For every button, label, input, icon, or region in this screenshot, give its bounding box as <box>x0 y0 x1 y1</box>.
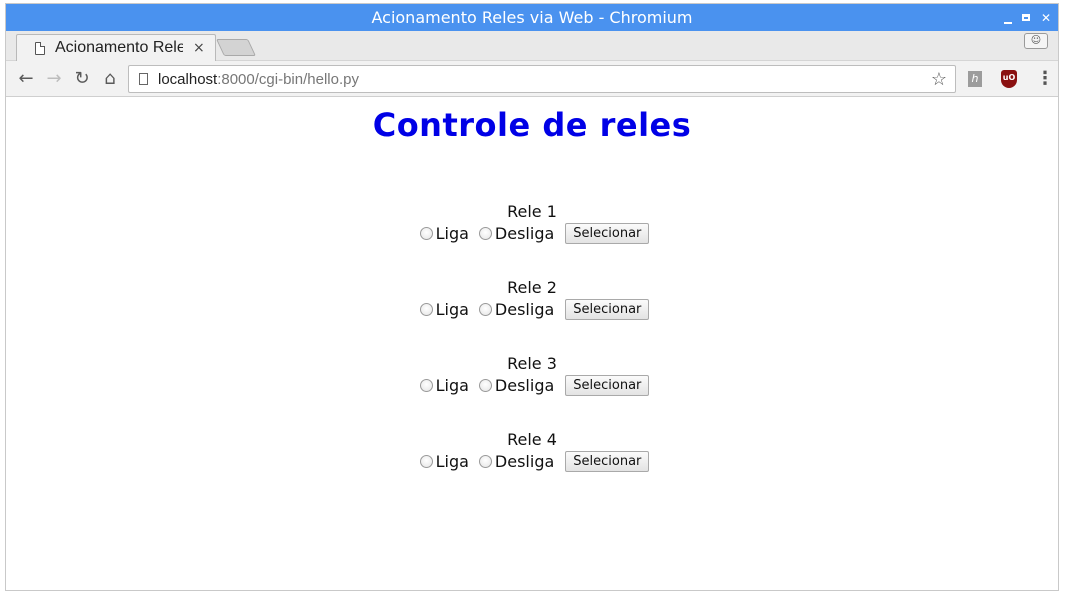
browser-window: Acionamento Reles via Web - Chromium ✕ A… <box>5 3 1059 591</box>
desliga-label: Desliga <box>494 375 555 395</box>
extension-h-icon[interactable]: h <box>968 71 982 87</box>
liga-label: Liga <box>435 223 469 243</box>
relay-label: Rele 2 <box>507 278 557 297</box>
relay-label: Rele 4 <box>507 430 557 449</box>
minimize-icon[interactable] <box>1004 16 1012 24</box>
url-path: :8000/cgi-bin/hello.py <box>217 70 359 88</box>
page-info-icon[interactable] <box>139 73 148 85</box>
new-tab-button[interactable] <box>216 39 256 56</box>
liga-radio[interactable] <box>419 226 433 240</box>
selecionar-button[interactable]: Selecionar <box>565 298 650 320</box>
menu-kebab-icon[interactable]: ⋮ <box>1036 69 1054 89</box>
window-controls: ✕ <box>1004 4 1052 31</box>
maximize-icon[interactable] <box>1022 14 1030 21</box>
page-content: Controle de reles Rele 1 Liga Desliga Se… <box>6 97 1058 589</box>
close-icon[interactable]: ✕ <box>1040 12 1052 24</box>
tab-strip: Acionamento Reles via Web × ☺ <box>6 31 1058 61</box>
person-icon[interactable]: ☺ <box>1024 33 1048 49</box>
relay-4: Rele 4 Liga Desliga Selecionar <box>6 430 1058 506</box>
relay-controls: Liga Desliga Selecionar <box>7 450 1058 472</box>
tab-active[interactable]: Acionamento Reles via Web × <box>16 34 216 61</box>
ublock-origin-icon[interactable]: uO <box>1001 70 1017 88</box>
relay-label: Rele 1 <box>507 202 557 221</box>
desliga-radio[interactable] <box>478 226 492 240</box>
liga-radio[interactable] <box>419 302 433 316</box>
title-bar: Acionamento Reles via Web - Chromium ✕ <box>6 4 1058 31</box>
relay-controls: Liga Desliga Selecionar <box>7 374 1058 396</box>
home-icon[interactable]: ⌂ <box>96 65 124 93</box>
liga-label: Liga <box>435 375 469 395</box>
desliga-label: Desliga <box>494 223 555 243</box>
desliga-radio[interactable] <box>478 454 492 468</box>
window-title: Acionamento Reles via Web - Chromium <box>371 8 693 27</box>
desliga-label: Desliga <box>494 299 555 319</box>
relay-controls: Liga Desliga Selecionar <box>7 222 1058 244</box>
relay-list: Rele 1 Liga Desliga Selecionar Rele 2 Li… <box>6 202 1058 506</box>
reload-icon[interactable]: ↻ <box>68 65 96 93</box>
desliga-label: Desliga <box>494 451 555 471</box>
relay-3: Rele 3 Liga Desliga Selecionar <box>6 354 1058 430</box>
relay-1: Rele 1 Liga Desliga Selecionar <box>6 202 1058 278</box>
forward-icon[interactable]: → <box>40 65 68 93</box>
url-host: localhost <box>158 70 218 88</box>
bookmark-star-icon[interactable]: ☆ <box>931 69 947 90</box>
desliga-radio[interactable] <box>478 302 492 316</box>
browser-toolbar: ← → ↻ ⌂ localhost :8000/cgi-bin/hello.py… <box>6 61 1058 97</box>
liga-radio[interactable] <box>419 454 433 468</box>
tab-close-icon[interactable]: × <box>193 40 205 56</box>
liga-label: Liga <box>435 299 469 319</box>
relay-2: Rele 2 Liga Desliga Selecionar <box>6 278 1058 354</box>
address-bar[interactable]: localhost :8000/cgi-bin/hello.py ☆ <box>128 65 956 93</box>
relay-label: Rele 3 <box>507 354 557 373</box>
desliga-radio[interactable] <box>478 378 492 392</box>
liga-label: Liga <box>435 451 469 471</box>
page-icon <box>35 41 45 55</box>
selecionar-button[interactable]: Selecionar <box>565 374 650 396</box>
liga-radio[interactable] <box>419 378 433 392</box>
page-title: Controle de reles <box>372 106 692 144</box>
tab-title: Acionamento Reles via Web <box>55 39 183 56</box>
back-icon[interactable]: ← <box>12 65 40 93</box>
selecionar-button[interactable]: Selecionar <box>565 222 650 244</box>
selecionar-button[interactable]: Selecionar <box>565 450 650 472</box>
relay-controls: Liga Desliga Selecionar <box>7 298 1058 320</box>
